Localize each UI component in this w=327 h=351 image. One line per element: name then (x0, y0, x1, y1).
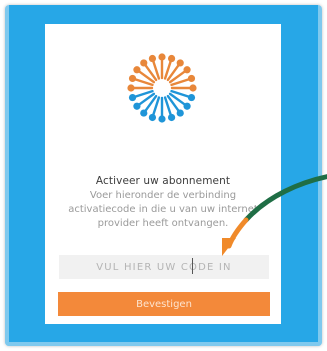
right-border (318, 5, 322, 346)
activation-title: Activeer uw abonnement (95, 175, 231, 187)
activation-card: Activeer uw abonnement Voer hieronder de… (45, 24, 281, 324)
confirm-button[interactable]: Bevestigen (58, 292, 270, 316)
text-cursor (192, 258, 193, 274)
activation-description: Voer hieronder de verbinding activatieco… (68, 190, 258, 229)
activation-code-input[interactable] (59, 255, 269, 279)
sun-burst-logo-icon (127, 53, 197, 123)
bottom-border (5, 342, 322, 346)
